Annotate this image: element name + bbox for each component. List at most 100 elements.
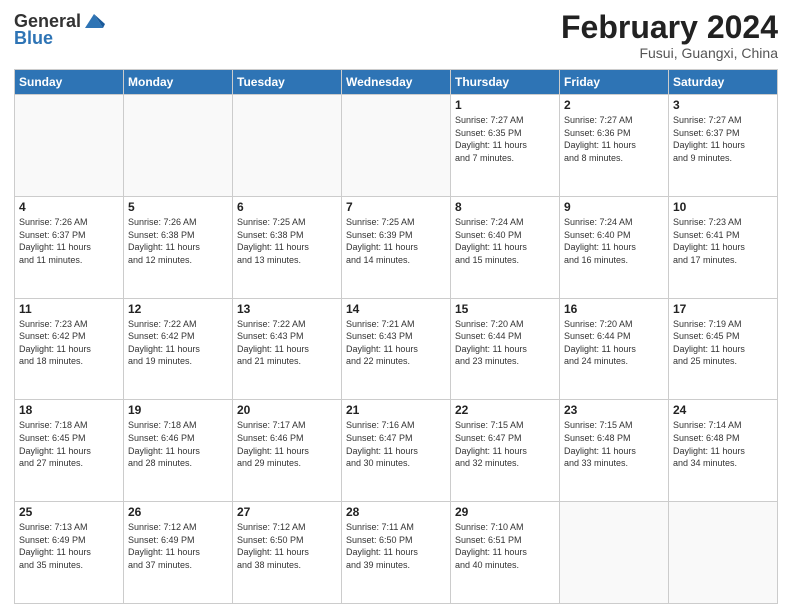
calendar-cell <box>669 502 778 604</box>
day-number: 20 <box>237 403 337 417</box>
day-number: 19 <box>128 403 228 417</box>
day-info: Sunrise: 7:14 AM Sunset: 6:48 PM Dayligh… <box>673 419 773 469</box>
day-number: 14 <box>346 302 446 316</box>
calendar-cell: 23Sunrise: 7:15 AM Sunset: 6:48 PM Dayli… <box>560 400 669 502</box>
day-info: Sunrise: 7:27 AM Sunset: 6:35 PM Dayligh… <box>455 114 555 164</box>
day-number: 18 <box>19 403 119 417</box>
calendar-cell: 22 Sunrise: 7:15 AM Sunset: 6:47 PM Dayli… <box>451 400 560 502</box>
col-header-monday: Monday <box>124 70 233 95</box>
calendar-week-row: 25Sunrise: 7:13 AM Sunset: 6:49 PM Dayli… <box>15 502 778 604</box>
calendar-cell: 19Sunrise: 7:18 AM Sunset: 6:46 PM Dayli… <box>124 400 233 502</box>
calendar-week-row: 1 Sunrise: 7:27 AM Sunset: 6:35 PM Daylig… <box>15 95 778 197</box>
calendar-header-row: SundayMondayTuesdayWednesdayThursdayFrid… <box>15 70 778 95</box>
day-info: Sunrise: 7:20 AM Sunset: 6:44 PM Dayligh… <box>455 318 555 368</box>
calendar-cell: 9Sunrise: 7:24 AM Sunset: 6:40 PM Daylig… <box>560 196 669 298</box>
day-info: Sunrise: 7:25 AM Sunset: 6:39 PM Dayligh… <box>346 216 446 266</box>
calendar-cell: 4 Sunrise: 7:26 AM Sunset: 6:37 PM Daylig… <box>15 196 124 298</box>
day-number: 23 <box>564 403 664 417</box>
col-header-tuesday: Tuesday <box>233 70 342 95</box>
calendar-week-row: 18 Sunrise: 7:18 AM Sunset: 6:45 PM Dayli… <box>15 400 778 502</box>
logo: General Blue <box>14 10 105 49</box>
day-number: 24 <box>673 403 773 417</box>
page: General Blue February 2024 Fusui, Guangx… <box>0 0 792 612</box>
day-info: Sunrise: 7:21 AM Sunset: 6:43 PM Dayligh… <box>346 318 446 368</box>
header: General Blue February 2024 Fusui, Guangx… <box>14 10 778 61</box>
day-number: 12 <box>128 302 228 316</box>
calendar-cell: 25Sunrise: 7:13 AM Sunset: 6:49 PM Dayli… <box>15 502 124 604</box>
day-info: Sunrise: 7:18 AM Sunset: 6:45 PM Dayligh… <box>19 419 119 469</box>
day-number: 6 <box>237 200 337 214</box>
day-info: Sunrise: 7:24 AM Sunset: 6:40 PM Dayligh… <box>564 216 664 266</box>
calendar-cell: 12Sunrise: 7:22 AM Sunset: 6:42 PM Dayli… <box>124 298 233 400</box>
day-info: Sunrise: 7:13 AM Sunset: 6:49 PM Dayligh… <box>19 521 119 571</box>
col-header-thursday: Thursday <box>451 70 560 95</box>
calendar-week-row: 4 Sunrise: 7:26 AM Sunset: 6:37 PM Daylig… <box>15 196 778 298</box>
day-info: Sunrise: 7:10 AM Sunset: 6:51 PM Dayligh… <box>455 521 555 571</box>
day-info: Sunrise: 7:25 AM Sunset: 6:38 PM Dayligh… <box>237 216 337 266</box>
calendar-cell: 21 Sunrise: 7:16 AM Sunset: 6:47 PM Dayli… <box>342 400 451 502</box>
calendar-cell: 14 Sunrise: 7:21 AM Sunset: 6:43 PM Dayli… <box>342 298 451 400</box>
calendar-cell <box>233 95 342 197</box>
day-info: Sunrise: 7:27 AM Sunset: 6:36 PM Dayligh… <box>564 114 664 164</box>
title-block: February 2024 Fusui, Guangxi, China <box>561 10 778 61</box>
day-info: Sunrise: 7:22 AM Sunset: 6:43 PM Dayligh… <box>237 318 337 368</box>
day-number: 1 <box>455 98 555 112</box>
calendar-cell: 8Sunrise: 7:24 AM Sunset: 6:40 PM Daylig… <box>451 196 560 298</box>
calendar-cell: 17 Sunrise: 7:19 AM Sunset: 6:45 PM Dayli… <box>669 298 778 400</box>
calendar-cell: 28 Sunrise: 7:11 AM Sunset: 6:50 PM Dayli… <box>342 502 451 604</box>
day-info: Sunrise: 7:27 AM Sunset: 6:37 PM Dayligh… <box>673 114 773 164</box>
day-number: 21 <box>346 403 446 417</box>
day-number: 22 <box>455 403 555 417</box>
day-info: Sunrise: 7:12 AM Sunset: 6:50 PM Dayligh… <box>237 521 337 571</box>
day-number: 29 <box>455 505 555 519</box>
day-number: 3 <box>673 98 773 112</box>
day-number: 27 <box>237 505 337 519</box>
calendar-cell <box>15 95 124 197</box>
col-header-friday: Friday <box>560 70 669 95</box>
day-number: 26 <box>128 505 228 519</box>
day-number: 8 <box>455 200 555 214</box>
day-info: Sunrise: 7:15 AM Sunset: 6:47 PM Dayligh… <box>455 419 555 469</box>
day-number: 16 <box>564 302 664 316</box>
calendar-cell: 13 Sunrise: 7:22 AM Sunset: 6:43 PM Dayli… <box>233 298 342 400</box>
calendar-cell: 16Sunrise: 7:20 AM Sunset: 6:44 PM Dayli… <box>560 298 669 400</box>
calendar-table: SundayMondayTuesdayWednesdayThursdayFrid… <box>14 69 778 604</box>
day-number: 11 <box>19 302 119 316</box>
calendar-cell: 5Sunrise: 7:26 AM Sunset: 6:38 PM Daylig… <box>124 196 233 298</box>
day-number: 7 <box>346 200 446 214</box>
calendar-cell: 20 Sunrise: 7:17 AM Sunset: 6:46 PM Dayli… <box>233 400 342 502</box>
day-number: 10 <box>673 200 773 214</box>
month-year: February 2024 <box>561 10 778 45</box>
logo-blue: Blue <box>14 28 53 49</box>
calendar-cell: 11 Sunrise: 7:23 AM Sunset: 6:42 PM Dayli… <box>15 298 124 400</box>
calendar-cell: 24 Sunrise: 7:14 AM Sunset: 6:48 PM Dayli… <box>669 400 778 502</box>
day-info: Sunrise: 7:23 AM Sunset: 6:42 PM Dayligh… <box>19 318 119 368</box>
day-info: Sunrise: 7:17 AM Sunset: 6:46 PM Dayligh… <box>237 419 337 469</box>
logo-icon <box>83 10 105 32</box>
day-info: Sunrise: 7:16 AM Sunset: 6:47 PM Dayligh… <box>346 419 446 469</box>
day-info: Sunrise: 7:26 AM Sunset: 6:37 PM Dayligh… <box>19 216 119 266</box>
day-number: 28 <box>346 505 446 519</box>
day-info: Sunrise: 7:11 AM Sunset: 6:50 PM Dayligh… <box>346 521 446 571</box>
day-number: 4 <box>19 200 119 214</box>
day-info: Sunrise: 7:23 AM Sunset: 6:41 PM Dayligh… <box>673 216 773 266</box>
calendar-cell: 3 Sunrise: 7:27 AM Sunset: 6:37 PM Daylig… <box>669 95 778 197</box>
calendar-cell: 1 Sunrise: 7:27 AM Sunset: 6:35 PM Daylig… <box>451 95 560 197</box>
day-number: 15 <box>455 302 555 316</box>
location: Fusui, Guangxi, China <box>561 45 778 61</box>
calendar-week-row: 11 Sunrise: 7:23 AM Sunset: 6:42 PM Dayli… <box>15 298 778 400</box>
col-header-wednesday: Wednesday <box>342 70 451 95</box>
day-number: 17 <box>673 302 773 316</box>
day-info: Sunrise: 7:19 AM Sunset: 6:45 PM Dayligh… <box>673 318 773 368</box>
day-number: 2 <box>564 98 664 112</box>
calendar-cell: 27 Sunrise: 7:12 AM Sunset: 6:50 PM Dayli… <box>233 502 342 604</box>
calendar-cell: 2 Sunrise: 7:27 AM Sunset: 6:36 PM Daylig… <box>560 95 669 197</box>
day-number: 13 <box>237 302 337 316</box>
calendar-cell <box>124 95 233 197</box>
col-header-saturday: Saturday <box>669 70 778 95</box>
calendar-cell <box>342 95 451 197</box>
calendar-cell: 7 Sunrise: 7:25 AM Sunset: 6:39 PM Daylig… <box>342 196 451 298</box>
calendar-cell: 26 Sunrise: 7:12 AM Sunset: 6:49 PM Dayli… <box>124 502 233 604</box>
calendar-cell: 6 Sunrise: 7:25 AM Sunset: 6:38 PM Daylig… <box>233 196 342 298</box>
day-info: Sunrise: 7:12 AM Sunset: 6:49 PM Dayligh… <box>128 521 228 571</box>
